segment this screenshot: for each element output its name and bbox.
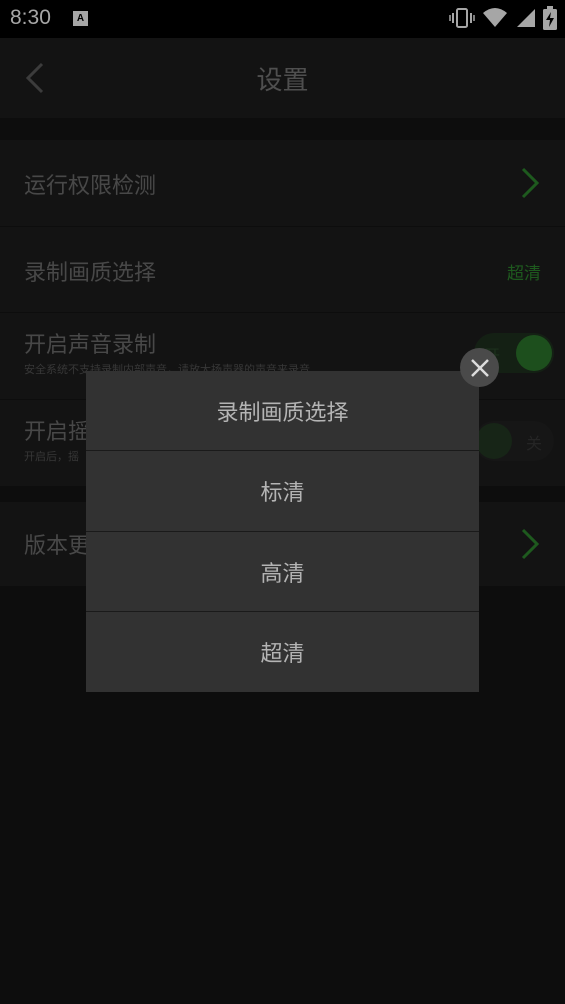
screen: 8:30 A 设置 运行权限检测 录制画质选择 超清 开启声音录制 安全系统不支…: [0, 0, 565, 1004]
close-button[interactable]: [460, 348, 499, 387]
quality-option-sd[interactable]: 标清: [86, 451, 479, 531]
quality-dialog: 录制画质选择 标清 高清 超清: [86, 371, 479, 692]
quality-option-uhd[interactable]: 超清: [86, 612, 479, 692]
quality-option-hd[interactable]: 高清: [86, 532, 479, 612]
close-icon: [470, 358, 489, 377]
dialog-title: 录制画质选择: [86, 371, 479, 451]
